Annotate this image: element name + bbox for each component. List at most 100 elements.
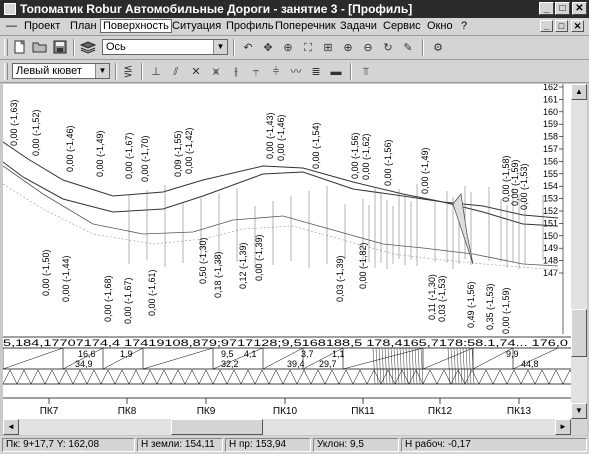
ditch-label: 0,03 (-1,53) xyxy=(437,275,447,322)
band-hatch xyxy=(459,347,463,385)
band-hatch xyxy=(465,347,469,385)
band-hatch xyxy=(450,347,454,385)
horizontal-scroll-thumb[interactable] xyxy=(171,419,263,435)
level-icon[interactable]: ⥾ xyxy=(248,64,264,80)
layer-select[interactable]: Ось ▼ xyxy=(102,39,228,55)
refresh-icon[interactable]: ↻ xyxy=(380,40,396,56)
line-icon[interactable]: ▬ xyxy=(328,64,344,80)
elevation-label: 0,00 (-1,53) xyxy=(519,163,529,210)
undo-icon[interactable]: ↶ xyxy=(240,40,256,56)
align-icon[interactable]: ⫩ xyxy=(268,64,284,80)
mdi-close-button[interactable]: ✕ xyxy=(571,20,584,32)
zoom-out-icon[interactable]: ⊖ xyxy=(360,40,376,56)
ditch-label: 0,49 (-1,56) xyxy=(466,281,476,328)
scale-label: 147 xyxy=(543,268,558,278)
menu-profile[interactable]: Профиль xyxy=(226,20,274,32)
settings-icon[interactable]: ⚙ xyxy=(430,40,446,56)
brush-icon[interactable]: ⫽ xyxy=(168,64,184,80)
picket-label: ПК9 xyxy=(197,406,216,417)
layers-icon[interactable] xyxy=(79,40,97,56)
maximize-button[interactable]: □ xyxy=(555,2,570,15)
wave-icon[interactable]: 〰 xyxy=(288,64,304,80)
elevation-label: 0,00 (-1,46) xyxy=(65,125,75,172)
open-folder-icon[interactable] xyxy=(32,40,48,56)
menu-surface[interactable]: Поверхность xyxy=(100,19,172,33)
band-value: 34,9 xyxy=(75,359,93,369)
minimize-button[interactable]: _ xyxy=(539,2,554,15)
ditch-label: 0,00 (-1,39) xyxy=(254,234,264,281)
toolbar-grip[interactable] xyxy=(4,39,8,56)
elevation-label: 0,00 (-1,49) xyxy=(95,130,105,177)
toolbar-grip[interactable] xyxy=(4,63,8,80)
toolbar-separator xyxy=(73,39,75,56)
save-icon[interactable] xyxy=(52,40,68,56)
band-hatch xyxy=(453,347,457,385)
mdi-minimize-button[interactable]: _ xyxy=(540,20,553,32)
scroll-right-icon[interactable]: ► xyxy=(555,419,571,435)
elevation-label: 0,00 (-1,67) xyxy=(124,132,134,179)
vertical-scroll-thumb[interactable] xyxy=(571,309,587,357)
scale-label: 160 xyxy=(543,107,558,117)
mdi-restore-button[interactable]: □ xyxy=(555,20,568,32)
app-icon[interactable] xyxy=(4,3,16,15)
toolbar-separator xyxy=(233,39,235,56)
menu-service[interactable]: Сервис xyxy=(383,20,421,32)
ditch-label: 0,00 (-1,61) xyxy=(147,269,157,316)
edit-icon[interactable]: ✎ xyxy=(400,40,416,56)
pan-icon[interactable]: ⊕ xyxy=(280,40,296,56)
menu-tasks[interactable]: Задачи xyxy=(340,20,377,32)
band-hatch xyxy=(408,347,412,385)
toolbar-separator xyxy=(350,63,352,80)
window-title: Топоматик Robur Автомобильные Дороги - з… xyxy=(20,2,413,16)
band-hatch xyxy=(375,347,379,385)
zoom-window-icon[interactable]: ⛶ xyxy=(300,40,316,56)
menu-help[interactable]: ? xyxy=(461,20,467,32)
scroll-up-icon[interactable]: ▲ xyxy=(571,84,587,100)
band-diagonal xyxy=(3,347,64,370)
scroll-left-icon[interactable]: ◄ xyxy=(3,419,19,435)
band-hatch xyxy=(384,347,388,385)
axis-icon[interactable]: ⫪ xyxy=(358,64,374,80)
ditch-label: 0,18 (-1,38) xyxy=(213,251,223,298)
menu-window[interactable]: Окно xyxy=(427,20,453,32)
ditch-label: 0,00 (-1,50) xyxy=(41,249,51,296)
picket-label: ПК8 xyxy=(118,406,137,417)
zoom-extents-icon[interactable]: ⊞ xyxy=(320,40,336,56)
vertical-icon[interactable]: ⫲ xyxy=(228,64,244,80)
vertical-scrollbar[interactable]: ▲ ▼ xyxy=(571,84,587,419)
slope-icon[interactable]: ⊥ xyxy=(148,64,164,80)
scroll-down-icon[interactable]: ▼ xyxy=(571,403,587,419)
picket-label: ПК13 xyxy=(507,406,532,417)
menu-cross-section[interactable]: Поперечник xyxy=(275,20,336,32)
zoom-in-icon[interactable]: ⊕ xyxy=(340,40,356,56)
object-select[interactable]: Левый кювет ▼ xyxy=(12,63,110,79)
grid-icon[interactable]: ≣ xyxy=(308,64,324,80)
profile-canvas[interactable]: 162 161 160 159 158 157 156 155 154 153 152 151 150 1… xyxy=(3,84,571,419)
ditch-icon[interactable]: ⋚ xyxy=(120,64,136,80)
band-value: 16,6 xyxy=(78,349,96,359)
chevron-down-icon[interactable]: ▼ xyxy=(95,64,109,78)
cross-icon[interactable]: ✕ xyxy=(188,64,204,80)
move-icon[interactable]: ✥ xyxy=(260,40,276,56)
band-hatch xyxy=(456,347,460,385)
new-file-icon[interactable] xyxy=(12,40,28,56)
horizontal-scrollbar[interactable]: ◄ ► xyxy=(3,419,571,435)
close-button[interactable]: ✕ xyxy=(572,2,587,15)
chevron-down-icon[interactable]: ▼ xyxy=(213,40,227,54)
profile-drawing[interactable]: 162 161 160 159 158 157 156 155 154 153 152 151 150 1… xyxy=(3,84,571,419)
elevation-label: 0,00 (-1,46) xyxy=(276,114,286,161)
scale-label: 148 xyxy=(543,256,558,266)
system-menu-icon[interactable]: — xyxy=(6,20,17,32)
picket-label: ПК12 xyxy=(428,406,453,417)
elevation-label: 0,00 (-1,56) xyxy=(383,139,393,186)
picket-label: ПК7 xyxy=(40,406,59,417)
menu-plan[interactable]: План xyxy=(70,20,97,32)
ditch-label: 0,03 (-1,39) xyxy=(335,255,345,302)
intersect-icon[interactable]: ⩙ xyxy=(208,64,224,80)
picket-label: ПК10 xyxy=(273,406,298,417)
band-hatch xyxy=(393,347,397,385)
band-hatch xyxy=(417,347,421,385)
menu-project[interactable]: Проект xyxy=(24,20,60,32)
menu-situation[interactable]: Ситуация xyxy=(172,20,221,32)
band-hatch xyxy=(462,347,466,385)
